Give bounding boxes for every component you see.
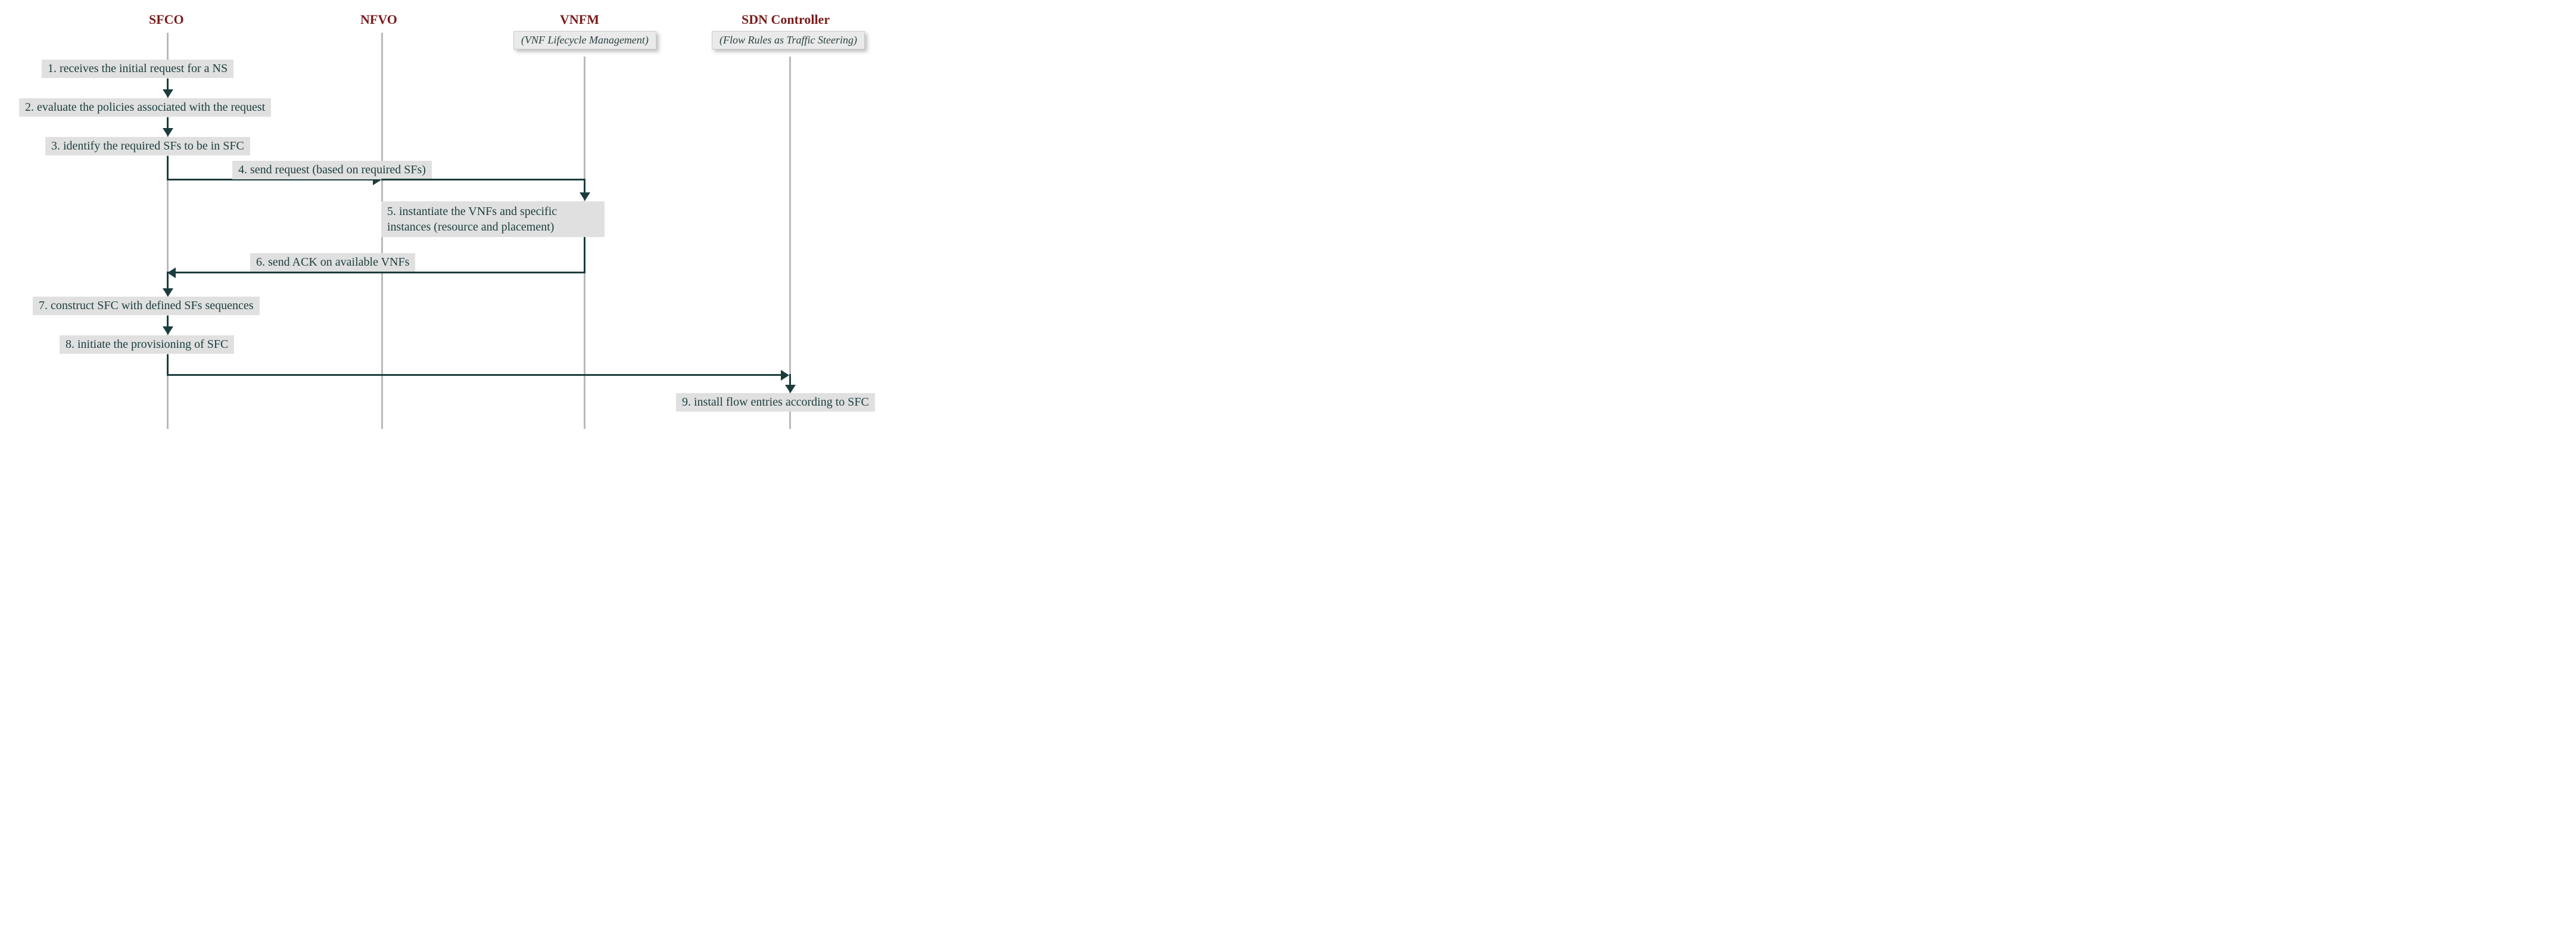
lane-subheader-vnfm: (VNF Lifecycle Management) [513,31,656,49]
lane-header-vnfm: VNFM [560,12,599,27]
arrow-9-down [789,374,791,392]
step-3: 3. identify the required SFs to be in SF… [45,137,250,155]
step-5: 5. instantiate the VNFs and specific ins… [381,201,605,237]
arrow-2-3 [167,117,169,135]
lane-header-nfvo: NFVO [360,12,397,27]
arrow-nfvo-vnfm [381,179,584,180]
step-4: 4. send request (based on required SFs) [232,161,432,179]
step-1: 1. receives the initial request for a NS [42,60,233,78]
step-9: 9. install flow entries according to SFC [676,393,875,412]
arrow-8-h [167,374,788,376]
arrow-8-v [167,354,169,375]
lane-header-sdn: SDN Controller [742,12,830,27]
arrow-6-h [169,272,585,273]
sequence-diagram: SFCO NFVO VNFM SDN Controller (VNF Lifec… [12,12,1144,429]
lifeline-sdn [789,57,791,429]
arrow-7-8 [167,316,169,334]
arrow-1-2 [167,79,169,96]
step-2: 2. evaluate the policies associated with… [19,98,271,117]
arrow-6-v [584,237,585,273]
arrow-6-7 [167,272,169,295]
arrow-5-down [584,179,585,200]
step-8: 8. initiate the provisioning of SFC [60,335,234,354]
step-6: 6. send ACK on available VNFs [250,253,415,272]
lane-header-sfco: SFCO [149,12,184,27]
lane-subheader-sdn: (Flow Rules as Traffic Steering) [712,31,865,49]
step-7: 7. construct SFC with defined SFs sequen… [33,297,260,315]
arrow-3-v [167,156,169,180]
